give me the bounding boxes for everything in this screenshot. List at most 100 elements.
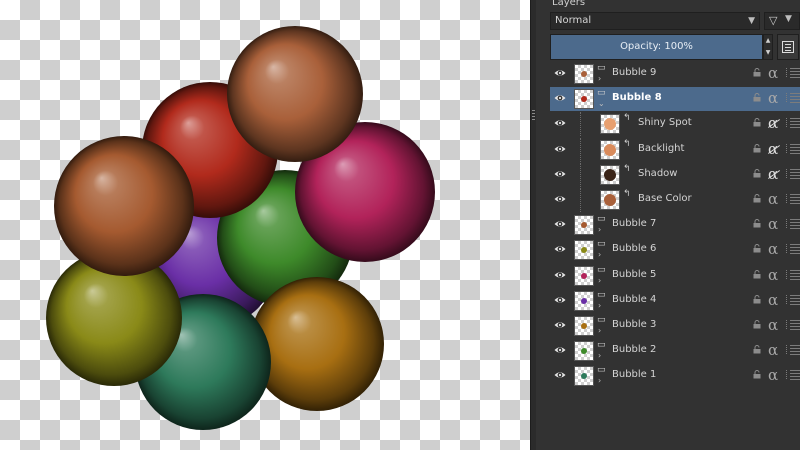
lock-icon[interactable] xyxy=(753,269,761,279)
eye-icon[interactable] xyxy=(554,67,566,79)
inherit-alpha-icon[interactable] xyxy=(786,168,800,179)
chevron-right-icon[interactable]: › xyxy=(598,250,601,259)
chevron-right-icon[interactable]: › xyxy=(598,301,601,310)
alpha-lock-icon[interactable]: α xyxy=(768,89,778,107)
tree-connector xyxy=(580,137,595,162)
alpha-lock-icon[interactable]: α xyxy=(768,266,778,284)
canvas[interactable] xyxy=(0,0,530,450)
inherit-alpha-icon[interactable] xyxy=(786,68,800,78)
inherit-alpha-icon[interactable] xyxy=(786,294,800,305)
lock-icon[interactable] xyxy=(753,244,761,253)
inherit-alpha-icon[interactable] xyxy=(786,93,800,104)
chevron-right-icon[interactable]: › xyxy=(598,225,601,234)
chevron-down-icon[interactable]: ⌄ xyxy=(598,99,605,108)
layer-row[interactable]: ▭ › Bubble 5 α xyxy=(550,263,800,288)
thumbnail-dot xyxy=(581,71,587,77)
thumbnail-dot xyxy=(604,168,616,181)
layer-thumbnail xyxy=(574,240,594,261)
lock-icon[interactable] xyxy=(753,219,761,228)
eye-icon[interactable] xyxy=(554,243,566,255)
layer-list: ▭ › Bubble 9 α ▭ ⌄ Bubble 8 α ↰ Shiny Spot α ↰ Backl… xyxy=(550,62,800,450)
layer-filter-button[interactable]: ▽ ▼ xyxy=(764,12,800,30)
inherit-alpha-icon[interactable] xyxy=(786,244,800,255)
layer-row[interactable]: ↰ Shadow α xyxy=(550,162,800,187)
chevron-right-icon[interactable]: › xyxy=(598,74,601,83)
layer-row[interactable]: ▭ › Bubble 2 α xyxy=(550,339,800,364)
inherit-alpha-icon[interactable] xyxy=(786,320,800,330)
bubble-copper-left xyxy=(54,136,194,276)
alpha-lock-icon[interactable]: α xyxy=(768,140,778,158)
alpha-lock-icon[interactable]: α xyxy=(768,64,778,82)
eye-icon[interactable] xyxy=(554,168,566,180)
inherit-alpha-icon[interactable] xyxy=(786,219,800,230)
inherit-alpha-icon[interactable] xyxy=(786,269,800,280)
alpha-lock-icon[interactable]: α xyxy=(768,366,778,384)
layer-row[interactable]: ▭ › Bubble 3 α xyxy=(550,314,800,338)
alpha-lock-icon[interactable]: α xyxy=(768,316,778,334)
layer-row[interactable]: ▭ › Bubble 7 α xyxy=(550,213,800,238)
layer-name: Backlight xyxy=(638,142,685,154)
increment-icon[interactable]: ▲ xyxy=(764,35,772,47)
eye-icon[interactable] xyxy=(554,218,566,230)
alpha-lock-icon[interactable]: α xyxy=(768,114,778,132)
layer-row[interactable]: ▭ › Bubble 6 α xyxy=(550,238,800,263)
eye-icon[interactable] xyxy=(554,143,566,155)
layer-row[interactable]: ↰ Backlight α xyxy=(550,137,800,162)
bubble-orange xyxy=(250,277,384,411)
opacity-slider[interactable]: Opacity: 100% xyxy=(550,34,763,60)
lock-icon[interactable] xyxy=(753,118,761,127)
paint-layer-icon: ↰ xyxy=(623,189,631,199)
lock-icon[interactable] xyxy=(753,294,761,304)
layer-row[interactable]: ▭ ⌄ Bubble 8 α xyxy=(550,87,800,112)
inherit-alpha-icon[interactable] xyxy=(786,194,800,204)
alpha-lock-icon[interactable]: α xyxy=(768,291,778,309)
eye-icon[interactable] xyxy=(554,319,566,331)
layer-row[interactable]: ▭ › Bubble 4 α xyxy=(550,288,800,313)
layer-thumbnail xyxy=(574,64,594,84)
lock-icon[interactable] xyxy=(753,168,761,178)
chevron-right-icon[interactable]: › xyxy=(598,326,601,335)
eye-icon[interactable] xyxy=(554,369,566,381)
layer-name: Shiny Spot xyxy=(638,117,692,129)
lock-icon[interactable] xyxy=(753,68,761,77)
layer-properties-button[interactable] xyxy=(777,34,799,60)
decrement-icon[interactable]: ▼ xyxy=(764,47,772,59)
eye-icon[interactable] xyxy=(554,269,566,281)
alpha-lock-icon[interactable]: α xyxy=(768,215,778,233)
alpha-lock-icon[interactable]: α xyxy=(768,190,778,208)
lock-icon[interactable] xyxy=(753,320,761,329)
blend-mode-select[interactable]: Normal ▼ xyxy=(550,12,760,30)
lock-icon[interactable] xyxy=(753,345,761,354)
layer-thumbnail xyxy=(574,89,594,110)
chevron-right-icon[interactable]: › xyxy=(598,376,601,385)
inherit-alpha-icon[interactable] xyxy=(786,370,800,381)
lock-icon[interactable] xyxy=(753,93,761,102)
layer-row[interactable]: ▭ › Bubble 9 α xyxy=(550,62,800,86)
eye-icon[interactable] xyxy=(554,294,566,306)
lock-icon[interactable] xyxy=(753,370,761,379)
layer-row[interactable]: ▭ › Bubble 1 α xyxy=(550,364,800,389)
layer-row[interactable]: ↰ Base Color α xyxy=(550,188,800,212)
inherit-alpha-icon[interactable] xyxy=(786,143,800,154)
lock-icon[interactable] xyxy=(753,194,761,203)
thumbnail-dot xyxy=(581,272,587,279)
alpha-lock-icon[interactable]: α xyxy=(768,165,778,183)
alpha-lock-icon[interactable]: α xyxy=(768,341,778,359)
bubble-artwork[interactable] xyxy=(0,0,530,450)
eye-icon[interactable] xyxy=(554,344,566,356)
opacity-spinbox[interactable]: ▲ ▼ xyxy=(763,34,773,60)
alpha-lock-icon[interactable]: α xyxy=(768,240,778,258)
chevron-right-icon[interactable]: › xyxy=(598,351,601,360)
layer-thumbnail xyxy=(574,341,594,362)
eye-icon[interactable] xyxy=(554,92,566,104)
thumbnail-dot xyxy=(581,348,587,355)
lock-icon[interactable] xyxy=(753,143,761,153)
eye-icon[interactable] xyxy=(554,193,566,205)
layer-row[interactable]: ↰ Shiny Spot α xyxy=(550,112,800,137)
inherit-alpha-icon[interactable] xyxy=(786,118,800,129)
folder-icon: ▭ xyxy=(597,63,606,73)
eye-icon[interactable] xyxy=(554,117,566,129)
chevron-right-icon[interactable]: › xyxy=(598,276,601,285)
inherit-alpha-icon[interactable] xyxy=(786,345,800,356)
splitter-grip-icon[interactable] xyxy=(532,110,535,122)
